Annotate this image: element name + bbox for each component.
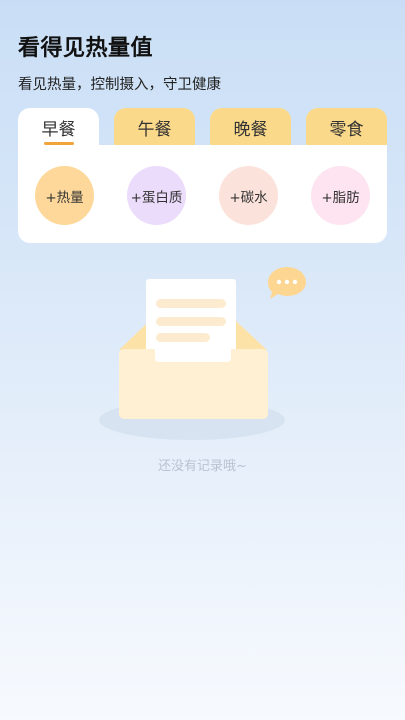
tab-dinner-label: 晚餐	[233, 120, 268, 140]
meal-tabs: 早餐 午餐 晚餐 零食	[18, 108, 387, 148]
tab-snack-label: 零食	[329, 120, 364, 140]
tab-dinner[interactable]: 晚餐	[210, 108, 291, 148]
empty-state-message: 还没有记录哦~	[158, 459, 247, 474]
page-subtitle: 看见热量，控制摄入，守卫健康	[18, 77, 221, 93]
add-protein-button[interactable]: +蛋白质	[127, 166, 186, 225]
page-title: 看得见热量值	[18, 36, 154, 61]
add-carbs-button[interactable]: +碳水	[219, 166, 278, 225]
tab-snack[interactable]: 零食	[306, 108, 387, 148]
quick-add-card: +热量 +蛋白质 +碳水 +脂肪	[18, 145, 387, 243]
empty-envelope-icon	[99, 267, 306, 440]
tab-breakfast[interactable]: 早餐	[18, 108, 99, 148]
tab-lunch[interactable]: 午餐	[114, 108, 195, 148]
add-calories-button[interactable]: +热量	[35, 166, 94, 225]
tab-lunch-label: 午餐	[137, 120, 172, 140]
empty-state-illustration	[95, 262, 315, 447]
add-fat-button[interactable]: +脂肪	[311, 166, 370, 225]
